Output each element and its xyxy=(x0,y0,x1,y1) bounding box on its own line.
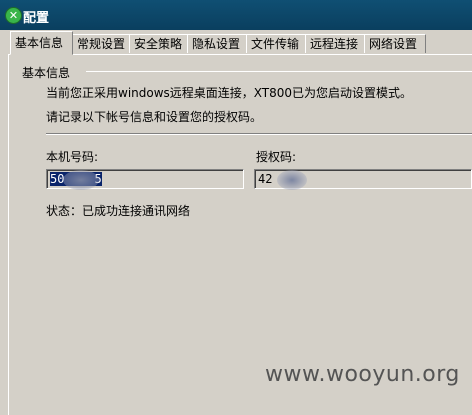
tab-network-settings[interactable]: 网络设置 xyxy=(364,34,426,53)
separator xyxy=(46,133,472,135)
tab-privacy-settings[interactable]: 隐私设置 xyxy=(187,34,247,53)
tab-remote-connection[interactable]: 远程连接 xyxy=(305,34,365,53)
status-text: 状态：已成功连接通讯网络 xyxy=(46,204,191,218)
group-divider xyxy=(86,71,472,72)
tab-file-transfer[interactable]: 文件传输 xyxy=(246,34,306,53)
redaction-blur-auth xyxy=(277,170,307,190)
window-title: 配置 xyxy=(23,11,50,26)
title-bar: ✕ 配置 xyxy=(0,0,472,30)
auth-code-field[interactable]: 42 xyxy=(254,169,472,190)
group-title: 基本信息 xyxy=(22,64,75,81)
watermark: www.wooyun.org xyxy=(265,362,460,387)
tab-basic-info[interactable]: 基本信息 xyxy=(10,31,73,55)
machine-code-field[interactable]: 505 xyxy=(46,169,244,190)
redaction-blur xyxy=(63,170,99,190)
notice-text-line-1: 当前您正采用windows远程桌面连接，XT800已为您启动设置模式。 xyxy=(46,86,413,100)
auth-code-value: 42 xyxy=(258,172,273,186)
notice-text-line-2: 请记录以下帐号信息和设置您的授权码。 xyxy=(46,110,263,124)
auth-code-label: 授权码: xyxy=(256,150,297,164)
tab-security-policy[interactable]: 安全策略 xyxy=(129,34,188,53)
machine-code-label: 本机号码: xyxy=(46,150,99,164)
tab-bar: 基本信息 常规设置 安全策略 隐私设置 文件传输 远程连接 网络设置 xyxy=(10,31,472,55)
app-icon: ✕ xyxy=(5,7,22,24)
tab-general-settings[interactable]: 常规设置 xyxy=(72,34,130,53)
